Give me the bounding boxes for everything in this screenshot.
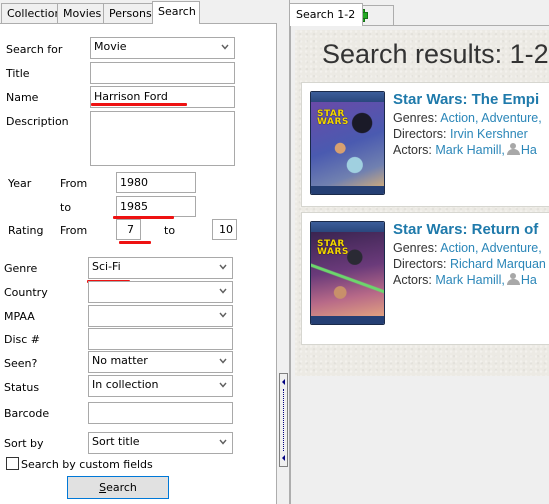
mpaa-dropdown[interactable]	[88, 305, 233, 327]
actors-label: Actors:	[393, 273, 432, 287]
barcode-label: Barcode	[4, 407, 50, 420]
status-dropdown[interactable]: In collection	[88, 375, 233, 397]
directors-row: Directors: Irvin Kershner	[393, 126, 549, 142]
genres-label: Genres:	[393, 241, 438, 255]
genres-label: Genres:	[393, 111, 438, 125]
name-label: Name	[6, 91, 39, 104]
search-for-label: Search for	[6, 43, 63, 56]
genre-value: Sci-Fi	[92, 260, 121, 273]
result-card: STAR WARS Star Wars: The Empi Genres: Act…	[301, 82, 549, 207]
directors-label: Directors:	[393, 257, 447, 271]
collapse-left-arrow-icon	[282, 379, 285, 385]
actor-link[interactable]: Mark Hamill,	[435, 273, 504, 287]
year-to-label: to	[60, 201, 72, 214]
directors-label: Directors:	[393, 127, 447, 141]
highlight-underline	[119, 241, 151, 244]
actors-row: Actors: Mark Hamill, Ha	[393, 142, 549, 158]
title-label: Title	[6, 67, 30, 80]
rating-to-input[interactable]: 10	[212, 219, 237, 240]
status-label: Status	[4, 381, 40, 394]
result-card: STAR WARS Star Wars: Return of Genres: Ac…	[301, 212, 549, 345]
genre-dropdown[interactable]: Sci-Fi	[88, 257, 233, 279]
actors-row: Actors: Mark Hamill, Ha	[393, 272, 549, 288]
actor-link[interactable]: Ha	[521, 143, 537, 157]
chevron-down-icon	[219, 439, 227, 445]
custom-fields-checkbox[interactable]	[6, 457, 19, 470]
rating-to-label: to	[164, 224, 176, 237]
actor-link[interactable]: Ha	[521, 273, 537, 287]
actor-link[interactable]: Mark Hamill,	[435, 143, 504, 157]
chevron-down-icon	[219, 312, 227, 318]
chevron-down-icon	[221, 44, 229, 50]
genres-row: Genres: Action, Adventure,	[393, 110, 549, 126]
grip-dots	[283, 389, 284, 451]
genre-label: Genre	[4, 262, 38, 275]
genres-link[interactable]: Action, Adventure,	[440, 241, 541, 255]
year-from-label: From	[60, 177, 88, 190]
tab-persons[interactable]: Persons	[103, 3, 158, 24]
status-value: In collection	[92, 378, 159, 391]
actors-label: Actors:	[393, 143, 432, 157]
collapse-left-arrow-icon	[282, 455, 285, 461]
tab-search[interactable]: Search	[152, 1, 200, 24]
chevron-down-icon	[219, 288, 227, 294]
title-input[interactable]	[90, 62, 235, 84]
person-icon	[506, 143, 520, 155]
highlight-underline	[91, 103, 187, 106]
results-view: Search results: 1-2 STAR WARS Star Wars: …	[290, 25, 549, 504]
rating-from-input[interactable]: 7	[116, 219, 141, 240]
search-for-dropdown[interactable]: Movie	[90, 37, 235, 59]
splitter-grip[interactable]	[279, 373, 288, 467]
year-to-input[interactable]: 1985	[116, 196, 196, 217]
search-for-value: Movie	[94, 40, 127, 53]
person-icon	[506, 273, 520, 285]
chevron-down-icon	[219, 382, 227, 388]
director-link[interactable]: Richard Marquan	[450, 257, 546, 271]
movie-cover-image[interactable]: STAR WARS	[310, 221, 385, 325]
directors-row: Directors: Richard Marquan	[393, 256, 549, 272]
sort-by-value: Sort title	[92, 435, 140, 448]
director-link[interactable]: Irvin Kershner	[450, 127, 528, 141]
sort-by-dropdown[interactable]: Sort title	[88, 432, 233, 454]
result-title-link[interactable]: Star Wars: Return of	[393, 221, 549, 239]
country-dropdown[interactable]	[88, 281, 233, 303]
result-title-link[interactable]: Star Wars: The Empi	[393, 91, 549, 109]
rating-from-label: From	[60, 224, 88, 237]
sort-by-label: Sort by	[4, 437, 44, 450]
results-page: Search results: 1-2 STAR WARS Star Wars: …	[295, 30, 549, 376]
tab-movies[interactable]: Movies	[57, 3, 108, 24]
seen-label: Seen?	[4, 357, 38, 370]
movie-cover-image[interactable]: STAR WARS	[310, 91, 385, 195]
description-label: Description	[6, 115, 69, 128]
cover-logo: STAR WARS	[317, 239, 349, 257]
rating-label: Rating	[8, 224, 44, 237]
description-input[interactable]	[90, 111, 235, 166]
mpaa-label: MPAA	[4, 310, 35, 323]
left-tab-bar: Collection Movies Persons Search	[0, 0, 276, 24]
country-label: Country	[4, 286, 48, 299]
custom-fields-label: Search by custom fields	[21, 458, 153, 471]
genres-row: Genres: Action, Adventure,	[393, 240, 549, 256]
genres-link[interactable]: Action, Adventure,	[440, 111, 541, 125]
cover-logo: STAR WARS	[317, 109, 349, 127]
chevron-down-icon	[219, 264, 227, 270]
chevron-down-icon	[219, 358, 227, 364]
disc-input[interactable]	[88, 328, 233, 350]
search-button[interactable]: Search	[67, 476, 169, 499]
disc-label: Disc #	[4, 333, 41, 346]
year-label: Year	[8, 177, 32, 190]
barcode-input[interactable]	[88, 402, 233, 424]
page-title: Search results: 1-2	[322, 39, 549, 69]
seen-value: No matter	[92, 354, 148, 367]
seen-dropdown[interactable]: No matter	[88, 351, 233, 373]
year-from-input[interactable]: 1980	[116, 172, 196, 193]
search-button-label: earch	[106, 481, 137, 494]
tab-search-results[interactable]: Search 1-2	[289, 3, 364, 26]
